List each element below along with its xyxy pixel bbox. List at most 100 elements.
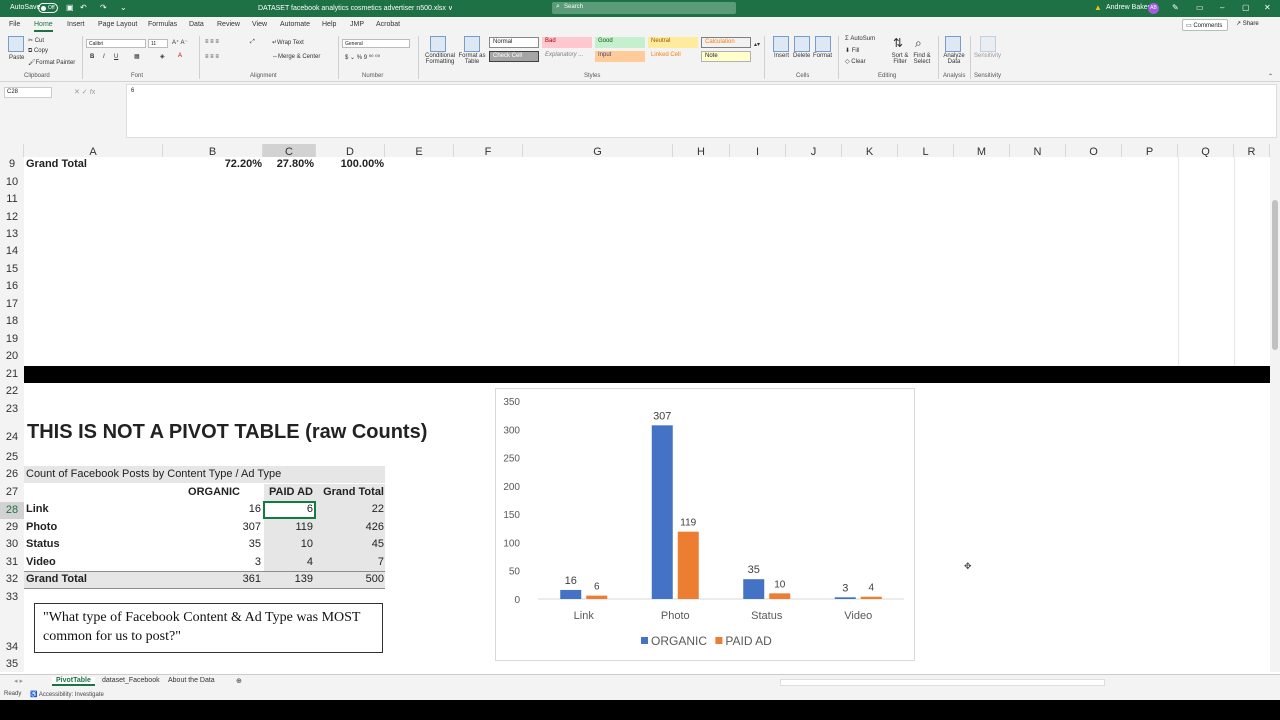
- insert-cells-button[interactable]: Insert: [774, 53, 789, 59]
- sheet-tab-about[interactable]: About the Data: [168, 677, 215, 684]
- font-size-select[interactable]: 11: [148, 39, 168, 48]
- tab-review[interactable]: Review: [217, 21, 240, 28]
- align-horizontal-icons[interactable]: ≡ ≡ ≡: [205, 54, 219, 60]
- row9-label[interactable]: Grand Total: [26, 158, 87, 170]
- row-header[interactable]: 32: [0, 573, 24, 585]
- style-explanatory[interactable]: Explanatory ...: [542, 51, 592, 62]
- font-color-icon[interactable]: A: [178, 53, 182, 59]
- cell-photo-organic[interactable]: 307: [164, 521, 261, 533]
- sheet-heading[interactable]: THIS IS NOT A PIVOT TABLE (raw Counts): [27, 421, 427, 444]
- close-icon[interactable]: ✕: [1264, 3, 1271, 12]
- minimize-icon[interactable]: –: [1220, 3, 1224, 12]
- bold-button[interactable]: B: [90, 54, 94, 60]
- header-total[interactable]: Grand Total: [316, 486, 384, 498]
- row-header[interactable]: 22: [0, 385, 24, 397]
- format-cells-icon[interactable]: [815, 36, 831, 52]
- orientation-icon[interactable]: ⤢: [250, 39, 255, 46]
- user-name[interactable]: Andrew Baker: [1106, 4, 1150, 11]
- row-header[interactable]: 25: [0, 451, 24, 463]
- tab-view[interactable]: View: [252, 21, 267, 28]
- cell-photo-total[interactable]: 426: [316, 521, 384, 533]
- save-icon[interactable]: ▣: [66, 3, 74, 12]
- copy-button[interactable]: ⧉ Copy: [28, 48, 48, 55]
- worksheet[interactable]: Grand Total 72.20% 27.80% 100.00% THIS I…: [24, 157, 1270, 672]
- cell-link-paid[interactable]: 6: [264, 503, 313, 515]
- row-label-video[interactable]: Video: [26, 556, 56, 568]
- warning-icon[interactable]: ▲: [1094, 3, 1102, 12]
- format-as-table-button[interactable]: Format as Table: [458, 53, 486, 65]
- grand-total-organic[interactable]: 361: [164, 573, 261, 585]
- row-header[interactable]: 33: [0, 591, 24, 603]
- sort-filter-icon[interactable]: ⇅: [893, 36, 903, 50]
- formula-input[interactable]: 6: [126, 84, 1277, 138]
- tab-formulas[interactable]: Formulas: [148, 21, 177, 28]
- tab-data[interactable]: Data: [189, 21, 204, 28]
- maximize-icon[interactable]: ▢: [1242, 3, 1250, 12]
- row-header[interactable]: 28: [0, 502, 24, 519]
- scroll-thumb[interactable]: [1272, 200, 1278, 350]
- cell-status-total[interactable]: 45: [316, 538, 384, 550]
- font-name-select[interactable]: Calibri: [86, 39, 146, 48]
- tab-jmp[interactable]: JMP: [350, 21, 364, 28]
- ribbon-display-icon[interactable]: ▭: [1196, 3, 1204, 12]
- redo-icon[interactable]: ↷: [100, 3, 107, 12]
- borders-icon[interactable]: ▦: [134, 53, 140, 60]
- sheet-tab-dataset[interactable]: dataset_Facebook: [102, 677, 160, 684]
- row9-total-pct[interactable]: 100.00%: [316, 158, 384, 170]
- row-header[interactable]: 20: [0, 350, 24, 362]
- row-header[interactable]: 34: [0, 641, 24, 653]
- question-textbox[interactable]: "What type of Facebook Content & Ad Type…: [34, 603, 383, 653]
- currency-percent-comma-icons[interactable]: $ ⌄ % 9 ⁰⁰ ⁰⁰: [345, 54, 380, 61]
- conditional-formatting-button[interactable]: Conditional Formatting: [423, 53, 457, 65]
- style-normal[interactable]: Normal: [489, 37, 539, 48]
- styles-scroll-icon[interactable]: ▴▾: [754, 41, 760, 48]
- document-title[interactable]: DATASET facebook analytics cosmetics adv…: [258, 4, 453, 12]
- style-bad[interactable]: Bad: [542, 37, 592, 48]
- name-box[interactable]: C28: [4, 87, 52, 98]
- tab-help[interactable]: Help: [322, 21, 336, 28]
- insert-cells-icon[interactable]: [773, 36, 789, 52]
- style-calculation[interactable]: Calculation: [701, 37, 751, 48]
- conditional-formatting-icon[interactable]: [430, 36, 446, 52]
- cell-video-paid[interactable]: 4: [264, 556, 313, 568]
- align-top-icons[interactable]: ≡ ≡ ≡: [205, 39, 219, 45]
- tab-home[interactable]: Home: [34, 21, 53, 32]
- header-organic[interactable]: ORGANIC: [164, 486, 240, 498]
- row-header[interactable]: 29: [0, 521, 24, 533]
- header-paid[interactable]: PAID AD: [264, 486, 313, 498]
- cell-status-paid[interactable]: 10: [264, 538, 313, 550]
- fill-button[interactable]: ⬇ Fill: [845, 47, 859, 54]
- analyze-data-button[interactable]: Analyze Data: [941, 53, 967, 65]
- format-as-table-icon[interactable]: [464, 36, 480, 52]
- row-label-link[interactable]: Link: [26, 503, 49, 515]
- style-good[interactable]: Good: [595, 37, 645, 48]
- share-button[interactable]: ↗ Share: [1236, 20, 1259, 27]
- row9-paid-pct[interactable]: 27.80%: [264, 158, 314, 170]
- autosum-button[interactable]: Σ AutoSum: [845, 36, 875, 42]
- tab-page-layout[interactable]: Page Layout: [98, 21, 137, 28]
- grand-total-paid[interactable]: 139: [264, 573, 313, 585]
- grow-font-icon[interactable]: A⁺ A⁻: [172, 39, 188, 46]
- number-format-select[interactable]: General: [342, 39, 410, 48]
- paste-icon[interactable]: [8, 36, 24, 52]
- row-header[interactable]: 9: [0, 158, 24, 170]
- style-check-cell[interactable]: Check Cell: [489, 51, 539, 62]
- row-header[interactable]: 18: [0, 315, 24, 327]
- find-select-button[interactable]: Find & Select: [909, 53, 935, 65]
- row-header[interactable]: 12: [0, 211, 24, 223]
- paste-button[interactable]: Paste: [9, 55, 24, 61]
- delete-cells-icon[interactable]: [794, 36, 810, 52]
- style-linked-cell[interactable]: Linked Cell: [648, 51, 698, 62]
- row-header[interactable]: 35: [0, 658, 24, 670]
- avatar[interactable]: AB: [1148, 3, 1159, 14]
- row-header[interactable]: 21: [0, 368, 24, 380]
- cell-photo-paid[interactable]: 119: [264, 521, 313, 533]
- format-cells-button[interactable]: Format: [813, 53, 832, 59]
- row-header[interactable]: 15: [0, 263, 24, 275]
- merge-center-button[interactable]: ⇔Merge & Center: [272, 54, 320, 60]
- cell-video-total[interactable]: 7: [316, 556, 384, 568]
- grand-total-label[interactable]: Grand Total: [26, 573, 87, 585]
- row-header[interactable]: 30: [0, 538, 24, 550]
- row-header[interactable]: 14: [0, 245, 24, 257]
- row-header[interactable]: 23: [0, 403, 24, 415]
